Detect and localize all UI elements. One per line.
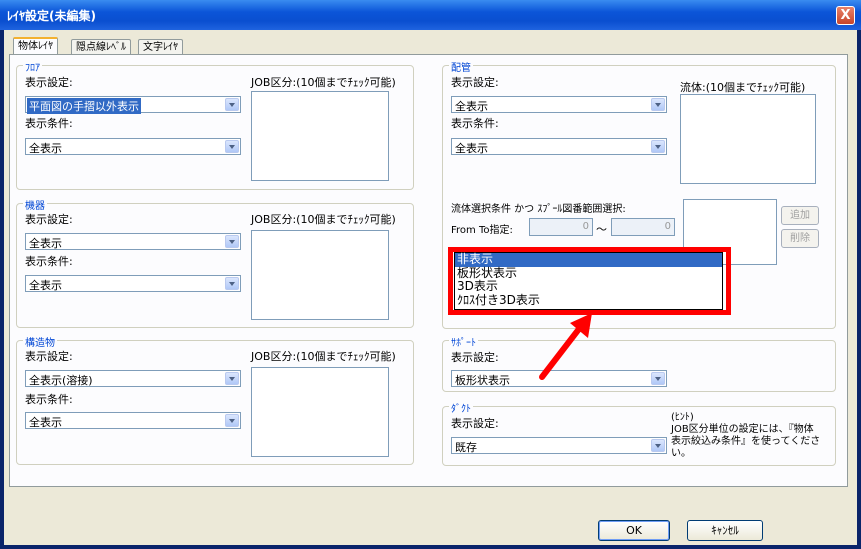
piping-display-setting-value: 全表示 [455, 100, 488, 113]
flow-display-condition-value: 全表示 [29, 142, 62, 155]
structure-display-setting-select[interactable]: 全表示(溶接) [25, 370, 241, 387]
flow-job-list[interactable] [251, 91, 389, 181]
piping-display-condition-label: 表示条件: [451, 117, 499, 130]
equipment-display-setting-select[interactable]: 全表示 [25, 233, 241, 250]
support-display-setting-label: 表示設定: [451, 351, 499, 364]
support-display-setting-value: 板形状表示 [455, 374, 510, 387]
hint-text-line1: JOB区分単位の設定には、『物体 [671, 424, 814, 435]
delete-button[interactable]: 削除 [781, 229, 819, 248]
flow-group: ﾌﾛｱ 表示設定: 平面図の手摺以外表示 表示条件: 全表示 JOB区分:(10… [16, 59, 414, 190]
chevron-down-icon[interactable] [225, 235, 239, 248]
window-title: ﾚｲﾔ設定(未編集) [7, 9, 96, 23]
support-legend: ｻﾎﾟｰﾄ [449, 334, 478, 349]
flow-display-setting-select[interactable]: 平面図の手摺以外表示 [25, 96, 241, 114]
structure-display-setting-value: 全表示(溶接) [29, 374, 93, 387]
hint-box: (ﾋﾝﾄ) JOB区分単位の設定には、『物体 表示絞込み条件』を使ってください。 [671, 412, 831, 460]
support-group: ｻﾎﾟｰﾄ 表示設定: 板形状表示 [442, 334, 836, 392]
duct-legend: ﾀﾞｸﾄ [449, 400, 473, 415]
flow-display-condition-label: 表示条件: [25, 117, 73, 130]
annotation-arrow-icon [539, 313, 592, 380]
to-value: 0 [664, 221, 671, 232]
piping-fluid-label: 流体:(10個までﾁｪｯｸ可能) [680, 81, 806, 94]
add-button[interactable]: 追加 [781, 206, 819, 225]
structure-legend: 構造物 [23, 334, 57, 349]
equipment-display-condition-select[interactable]: 全表示 [25, 275, 241, 292]
title-bar: ﾚｲﾔ設定(未編集) X [0, 0, 861, 30]
chevron-down-icon[interactable] [651, 439, 665, 452]
equipment-display-condition-value: 全表示 [29, 279, 62, 292]
hint-text-line2: 表示絞込み条件』を使ってください。 [671, 436, 821, 459]
structure-display-condition-value: 全表示 [29, 416, 62, 429]
from-to-label: From To指定: [451, 225, 513, 236]
chevron-down-icon[interactable] [651, 372, 665, 385]
piping-display-condition-value: 全表示 [455, 142, 488, 155]
equipment-job-label: JOB区分:(10個までﾁｪｯｸ可能) [251, 213, 396, 226]
piping-fluid-list[interactable] [680, 94, 816, 184]
close-button[interactable]: X [836, 6, 855, 25]
equipment-display-setting-value: 全表示 [29, 237, 62, 250]
piping-display-condition-select[interactable]: 全表示 [451, 138, 667, 155]
structure-display-setting-label: 表示設定: [25, 350, 73, 363]
ok-button[interactable]: OK [598, 520, 670, 541]
chevron-down-icon[interactable] [225, 372, 239, 385]
chevron-down-icon[interactable] [651, 140, 665, 153]
duct-display-setting-label: 表示設定: [451, 417, 499, 430]
hint-title: (ﾋﾝﾄ) [671, 412, 694, 423]
chevron-down-icon[interactable] [225, 98, 239, 111]
chevron-down-icon[interactable] [225, 277, 239, 290]
flow-display-condition-select[interactable]: 全表示 [25, 138, 241, 155]
equipment-display-condition-label: 表示条件: [25, 255, 73, 268]
equipment-display-setting-label: 表示設定: [25, 213, 73, 226]
chevron-down-icon[interactable] [225, 140, 239, 153]
dialog-window: ﾚｲﾔ設定(未編集) X 物体ﾚｲﾔ 隠点線ﾚﾍﾞﾙ 文字ﾚｲﾔ ﾌﾛｱ 表示設… [0, 0, 861, 549]
flow-display-setting-label: 表示設定: [25, 76, 73, 89]
piping-selection-label: 流体選択条件 かつ ｽﾌﾟｰﾙ図番範囲選択: [451, 204, 626, 215]
equipment-job-list[interactable] [251, 230, 389, 320]
flow-job-label: JOB区分:(10個までﾁｪｯｸ可能) [251, 76, 396, 89]
cancel-button[interactable]: ｷｬﾝｾﾙ [687, 520, 763, 541]
from-value: 0 [582, 221, 589, 232]
to-input[interactable]: 0 [611, 218, 675, 236]
tilde-separator: ～ [596, 223, 607, 236]
chevron-down-icon[interactable] [225, 414, 239, 427]
piping-display-setting-label: 表示設定: [451, 76, 499, 89]
structure-job-list[interactable] [251, 367, 389, 457]
structure-display-condition-select[interactable]: 全表示 [25, 412, 241, 429]
duct-display-setting-select[interactable]: 既存 [451, 437, 667, 454]
structure-display-condition-label: 表示条件: [25, 393, 73, 406]
piping-legend: 配管 [449, 59, 473, 74]
structure-group: 構造物 表示設定: 全表示(溶接) 表示条件: 全表示 JOB区分:(10個まで… [16, 334, 414, 465]
flow-display-setting-value: 平面図の手摺以外表示 [27, 98, 141, 114]
piping-display-setting-select[interactable]: 全表示 [451, 96, 667, 113]
duct-group: ﾀﾞｸﾄ 表示設定: 既存 (ﾋﾝﾄ) JOB区分単位の設定には、『物体 表示絞… [442, 400, 836, 466]
equipment-legend: 機器 [23, 197, 47, 212]
structure-job-label: JOB区分:(10個までﾁｪｯｸ可能) [251, 350, 396, 363]
flow-legend: ﾌﾛｱ [23, 59, 42, 74]
equipment-group: 機器 表示設定: 全表示 表示条件: 全表示 JOB区分:(10個までﾁｪｯｸ可… [16, 197, 414, 328]
duct-display-setting-value: 既存 [455, 441, 477, 454]
from-input[interactable]: 0 [529, 218, 593, 236]
chevron-down-icon[interactable] [651, 98, 665, 111]
